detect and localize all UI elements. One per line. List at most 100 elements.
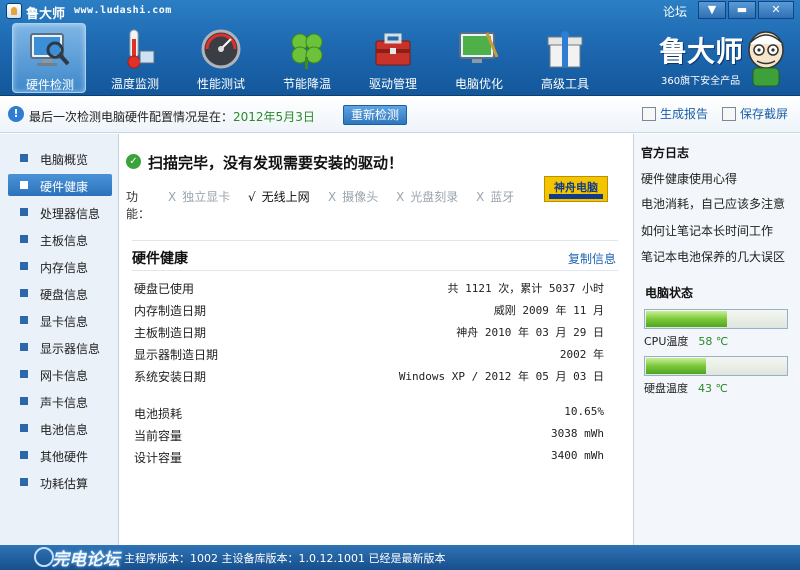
info-row: 主板制造日期 神舟 2010 年 03 月 29 日 bbox=[134, 321, 604, 343]
info-key: 硬盘已使用 bbox=[134, 282, 195, 296]
divider bbox=[132, 240, 618, 241]
watermark-logo-icon bbox=[34, 547, 54, 567]
info-key: 显示器制造日期 bbox=[134, 348, 219, 362]
bullet-icon bbox=[20, 235, 28, 243]
toolbox-icon bbox=[375, 33, 411, 66]
blog-link[interactable]: 如何让笔记本长时间工作 bbox=[641, 222, 773, 239]
status-bar: 完电论坛 主程序版本：1002 主设备库版本：1.0.12.1001 已经是最新… bbox=[0, 545, 800, 570]
info-row: 内存制造日期 威刚 2009 年 11 月 bbox=[134, 299, 604, 321]
main-content: ✓ 扫描完毕，没有发现需要安装的驱动！ 功能： X 独立显卡 √ 无线上网 X 摄像头… bbox=[120, 134, 632, 545]
disk-temp-value: 43 ℃ bbox=[698, 382, 728, 395]
tool-driver-management[interactable]: 驱动管理 bbox=[356, 23, 430, 93]
feature-mark: X bbox=[476, 190, 485, 204]
scan-result-title: 扫描完毕，没有发现需要安装的驱动！ bbox=[148, 154, 404, 172]
sidebar-item-hardware-health[interactable]: 硬件健康 bbox=[8, 174, 112, 196]
sidebar-item-display[interactable]: 显示器信息 bbox=[8, 336, 112, 358]
feature-mark: X bbox=[168, 190, 177, 204]
brand-name: 鲁大师 bbox=[659, 35, 744, 68]
save-screenshot-button[interactable]: 保存截屏 bbox=[722, 105, 788, 123]
sidebar-item-label: 功耗估算 bbox=[40, 477, 89, 491]
sidebar-item-memory[interactable]: 内存信息 bbox=[8, 255, 112, 277]
cpu-temp-meter-fill bbox=[646, 311, 727, 327]
tool-label: 性能测试 bbox=[196, 77, 245, 91]
tool-temperature[interactable]: 温度监测 bbox=[98, 23, 172, 93]
sidebar-item-label: 网卡信息 bbox=[40, 369, 89, 383]
battery-key: 电池损耗 bbox=[134, 407, 183, 421]
cpu-temp-name: CPU温度 bbox=[644, 335, 689, 348]
header: 鲁大师 www.ludashi.com 论坛 ▼ ▬ ✕ 硬件检测 温度监测 性… bbox=[0, 0, 800, 96]
watermark: 完电论坛 bbox=[52, 550, 120, 570]
battery-value: 3038 mWh bbox=[551, 427, 604, 440]
blog-link[interactable]: 笔记本电池保养的几大误区 bbox=[641, 248, 785, 265]
minimize-button[interactable]: ▬ bbox=[728, 1, 756, 19]
cpu-temp-label: CPU温度 58 ℃ bbox=[644, 333, 728, 349]
tool-label: 驱动管理 bbox=[368, 77, 417, 91]
check-circle-icon: ✓ bbox=[126, 154, 141, 169]
menu-button[interactable]: ▼ bbox=[698, 1, 726, 19]
feature-mark: √ bbox=[248, 190, 256, 204]
close-button[interactable]: ✕ bbox=[758, 1, 794, 19]
disk-temp-name: 硬盘温度 bbox=[644, 382, 688, 395]
brand: 鲁大师 360旗下安全产品 bbox=[655, 28, 785, 88]
sidebar-item-sound[interactable]: 声卡信息 bbox=[8, 390, 112, 412]
tool-optimize[interactable]: 电脑优化 bbox=[442, 23, 516, 93]
info-value: Windows XP / 2012 年 05 月 03 日 bbox=[398, 370, 604, 383]
sidebar-item-graphics[interactable]: 显卡信息 bbox=[8, 309, 112, 331]
sidebar-item-cpu[interactable]: 处理器信息 bbox=[8, 201, 112, 223]
sidebar-item-network[interactable]: 网卡信息 bbox=[8, 363, 112, 385]
sidebar-item-battery[interactable]: 电池信息 bbox=[8, 417, 112, 439]
sidebar-item-label: 主板信息 bbox=[40, 234, 89, 248]
blog-link[interactable]: 电池消耗，自己应该多注意 bbox=[641, 195, 785, 212]
generate-report-button[interactable]: 生成报告 bbox=[642, 105, 708, 123]
sidebar-item-label: 硬盘信息 bbox=[40, 288, 89, 302]
info-row: 硬盘已使用 共 1121 次，累计 5037 小时 bbox=[134, 277, 604, 299]
copy-info-link[interactable]: 复制信息 bbox=[568, 250, 616, 267]
battery-row: 当前容量 3038 mWh bbox=[134, 424, 604, 446]
tool-advanced[interactable]: 高级工具 bbox=[528, 23, 602, 93]
vendor-logo: 神舟电脑 bbox=[544, 176, 608, 202]
feature-label: 功能： bbox=[126, 190, 151, 221]
feature-name: 蓝牙 bbox=[490, 190, 515, 204]
info-value: 神舟 2010 年 03 月 29 日 bbox=[456, 326, 604, 339]
feature-name: 摄像头 bbox=[342, 190, 379, 204]
feature-disc-burner: X 光盘刻录 bbox=[396, 188, 458, 205]
blog-title: 官方日志 bbox=[641, 146, 690, 160]
info-key: 内存制造日期 bbox=[134, 304, 207, 318]
info-value: 威刚 2009 年 11 月 bbox=[493, 304, 604, 317]
sidebar-item-disk[interactable]: 硬盘信息 bbox=[8, 282, 112, 304]
bullet-icon bbox=[20, 208, 28, 216]
battery-value: 3400 mWh bbox=[551, 449, 604, 462]
battery-key: 当前容量 bbox=[134, 429, 183, 443]
sidebar-item-label: 电脑概览 bbox=[40, 153, 89, 167]
info-row: 系统安装日期 Windows XP / 2012 年 05 月 03 日 bbox=[134, 365, 604, 387]
version-text: 主程序版本：1002 主设备库版本：1.0.12.1001 已经是最新版本 bbox=[124, 552, 446, 565]
recheck-button[interactable]: 重新检测 bbox=[343, 105, 407, 125]
bullet-icon bbox=[20, 424, 28, 432]
forum-link[interactable]: 论坛 bbox=[663, 3, 687, 20]
pc-status-title: 电脑状态 bbox=[645, 286, 694, 300]
monitor-broom-icon bbox=[459, 32, 499, 63]
sidebar-item-label: 显示器信息 bbox=[40, 342, 101, 356]
bullet-icon bbox=[20, 289, 28, 297]
tool-performance[interactable]: 性能测试 bbox=[184, 23, 258, 93]
sidebar-item-other[interactable]: 其他硬件 bbox=[8, 444, 112, 466]
sidebar-item-motherboard[interactable]: 主板信息 bbox=[8, 228, 112, 250]
feature-wifi: √ 无线上网 bbox=[248, 188, 310, 205]
cpu-temp-meter bbox=[644, 309, 788, 329]
blog-link[interactable]: 硬件健康使用心得 bbox=[641, 170, 737, 187]
tool-energy-saving[interactable]: 节能降温 bbox=[270, 23, 344, 93]
tool-label: 硬件检测 bbox=[25, 78, 74, 92]
tool-label: 高级工具 bbox=[540, 77, 589, 91]
info-value: 共 1121 次，累计 5037 小时 bbox=[447, 282, 604, 295]
sidebar-item-label: 处理器信息 bbox=[40, 207, 101, 221]
save-screenshot-label: 保存截屏 bbox=[740, 107, 789, 121]
sidebar-item-overview[interactable]: 电脑概览 bbox=[8, 147, 112, 169]
bullet-icon bbox=[20, 181, 28, 189]
sidebar-item-power-estimate[interactable]: 功耗估算 bbox=[8, 471, 112, 493]
bullet-icon bbox=[20, 370, 28, 378]
speedometer-icon bbox=[201, 29, 241, 69]
tool-hardware-detect[interactable]: 硬件检测 bbox=[12, 23, 86, 93]
sidebar: 电脑概览 硬件健康 处理器信息 主板信息 内存信息 硬盘信息 显卡信息 显示器信… bbox=[0, 134, 119, 545]
info-bar: ! 最后一次检测电脑硬件配置情况是在：2012年5月3日 重新检测 生成报告 保… bbox=[0, 97, 800, 133]
app-logo-icon bbox=[6, 3, 22, 19]
